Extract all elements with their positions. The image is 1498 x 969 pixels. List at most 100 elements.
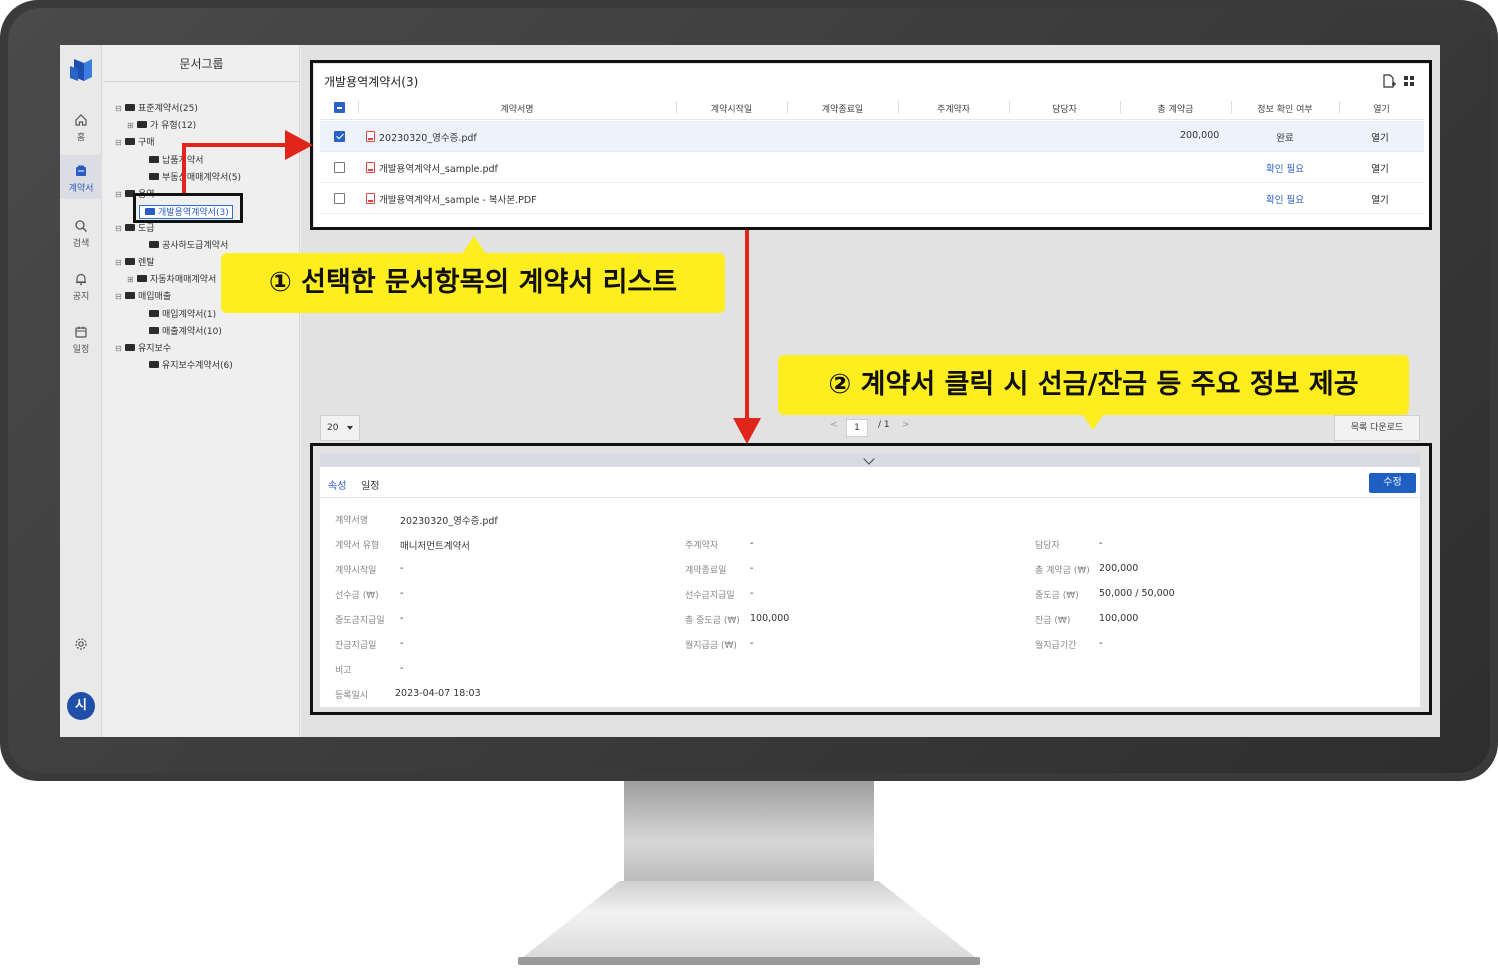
arrow-shaft-down [745, 230, 749, 425]
tree-node[interactable]: 공사하도급계약서 [139, 239, 228, 253]
row-file-name-cell[interactable]: 개발용역계약서_sample - 복사본.PDF [366, 192, 537, 206]
expand-icon[interactable]: ⊞ [127, 273, 135, 287]
field-value-main-contractor: - [750, 538, 754, 549]
tree-node[interactable]: 유지보수계약서(6) [139, 359, 233, 373]
col-header-name[interactable]: 계약서명 [358, 102, 676, 115]
tree-node-label: 매출계약서(10) [162, 327, 222, 337]
collapse-icon[interactable]: ⊟ [115, 290, 123, 304]
col-header-start[interactable]: 계약시작일 [676, 102, 787, 115]
tree-node[interactable]: 개발용역계약서(3) [139, 205, 233, 219]
col-header-verified[interactable]: 정보 확인 여부 [1231, 102, 1339, 115]
folder-icon [125, 138, 135, 145]
collapse-icon[interactable]: ⊟ [115, 188, 123, 202]
field-value-balance: 100,000 [1099, 613, 1139, 624]
collapse-icon[interactable]: ⊟ [115, 342, 123, 356]
row-checkbox[interactable] [334, 131, 345, 142]
tree-node[interactable]: ⊟ 표준계약서(25) [115, 102, 198, 116]
edit-button[interactable]: 수정 [1369, 473, 1416, 493]
chevron-down-icon [863, 453, 875, 465]
page-total: / 1 [878, 420, 890, 430]
tree-node[interactable]: 매입계약서(1) [139, 308, 216, 322]
collapse-icon[interactable]: ⊟ [115, 136, 123, 150]
pdf-file-icon [366, 131, 375, 142]
field-label-manager: 담당자 [1035, 541, 1060, 551]
pagination-bar: 20 < / 1 > 1 목록 다운로드 [320, 415, 1420, 443]
tree-node[interactable]: 매출계약서(10) [139, 325, 222, 339]
row-open-link[interactable]: 열기 [1360, 161, 1400, 175]
row-open-link[interactable]: 열기 [1360, 192, 1400, 206]
tree-node[interactable]: ⊞ 가 유형(12) [127, 119, 196, 133]
tree-node[interactable]: ⊞ 자동차매매계약서 [127, 273, 216, 287]
grid-view-icon[interactable] [1404, 76, 1414, 86]
tab-attributes[interactable]: 속성 [328, 477, 346, 492]
rail-item-home[interactable]: 홈 [60, 113, 102, 143]
field-label-monthly: 월지급금 (₩) [685, 641, 737, 651]
tree-node[interactable]: ⊟ 구매 [115, 136, 155, 150]
select-all-checkbox[interactable] [334, 102, 345, 113]
field-value-advance: - [400, 588, 404, 599]
arrow-head-right [285, 130, 313, 160]
tree-node[interactable]: 납품계약서 [139, 154, 203, 168]
folder-icon [149, 173, 159, 180]
table-row[interactable]: 20230320_영수증.pdf 200,000 완료 열기 [320, 121, 1424, 152]
rail-item-search[interactable]: 검색 [60, 219, 102, 249]
next-page-button[interactable]: > [902, 420, 910, 430]
row-open-link[interactable]: 열기 [1360, 130, 1400, 144]
field-label-advance: 선수금 (₩) [335, 591, 379, 601]
list-download-button[interactable]: 목록 다운로드 [1334, 415, 1420, 441]
collapse-icon[interactable]: ⊟ [115, 222, 123, 236]
collapse-icon[interactable]: ⊟ [115, 102, 123, 116]
list-toolbar-icons [1383, 74, 1414, 88]
contract-detail-panel: 속성 일정 수정 계약서명 20230320_영수증.pdf 계약서 유형 매니… [320, 453, 1420, 707]
tree-node[interactable]: ⊟ 유지보수 [115, 342, 171, 356]
tree-node-label: 자동차매매계약서 [150, 275, 217, 285]
col-header-total[interactable]: 총 계약금 [1120, 102, 1231, 115]
prev-page-button[interactable]: < [830, 420, 838, 430]
table-row[interactable]: 개발용역계약서_sample - 복사본.PDF 확인 필요 열기 [320, 183, 1424, 214]
folder-icon [137, 275, 147, 282]
field-value-balance-date: - [400, 638, 404, 649]
field-value-start: - [400, 563, 404, 574]
row-checkbox[interactable] [334, 193, 345, 204]
field-label-interim-date: 중도금지급일 [335, 616, 385, 626]
field-value-interim-date: - [400, 613, 404, 624]
tree-node[interactable]: ⊟ 용역 [115, 188, 155, 202]
tree-node[interactable]: ⊟ 도급 [115, 222, 155, 236]
tree-node[interactable]: 부동산매매계약서(5) [139, 171, 241, 185]
row-file-name-cell[interactable]: 개발용역계약서_sample.pdf [366, 161, 498, 175]
row-verify-status[interactable]: 확인 필요 [1251, 161, 1319, 175]
add-file-icon[interactable] [1383, 74, 1396, 88]
row-checkbox[interactable] [334, 162, 345, 173]
rail-item-contract[interactable]: 계약서 [60, 155, 102, 199]
col-header-main-contractor[interactable]: 주계약자 [898, 102, 1009, 115]
folder-icon [149, 241, 159, 248]
detail-collapse-handle[interactable] [320, 453, 1420, 467]
gear-icon[interactable] [74, 637, 88, 651]
tree-node-label: 매입계약서(1) [162, 310, 217, 320]
page-size-select[interactable]: 20 [320, 415, 360, 441]
table-row[interactable]: 개발용역계약서_sample.pdf 확인 필요 열기 [320, 152, 1424, 183]
pdf-file-icon [366, 162, 375, 173]
monitor-base-edge [518, 957, 980, 965]
current-page-input[interactable]: 1 [846, 419, 868, 437]
field-value-note: - [400, 663, 404, 674]
tree-node[interactable]: ⊟ 매입매출 [115, 290, 171, 304]
collapse-icon[interactable]: ⊟ [115, 256, 123, 270]
field-value-end: - [750, 563, 754, 574]
tab-schedule[interactable]: 일정 [361, 477, 379, 492]
rail-item-notice[interactable]: 공지 [60, 272, 102, 302]
tree-node[interactable]: ⊟ 렌탈 [115, 256, 155, 270]
user-avatar[interactable]: 시 [67, 692, 95, 720]
search-icon [75, 220, 87, 232]
bell-icon [76, 273, 86, 286]
field-label-type: 계약서 유형 [335, 541, 380, 551]
col-header-end[interactable]: 계약종료일 [787, 102, 898, 115]
row-file-name-cell[interactable]: 20230320_영수증.pdf [366, 130, 477, 144]
expand-icon[interactable]: ⊞ [127, 119, 135, 133]
rail-item-schedule[interactable]: 일정 [60, 325, 102, 355]
col-header-manager[interactable]: 담당자 [1009, 102, 1120, 115]
rail-label-search: 검색 [72, 239, 90, 249]
field-value-type: 매니저먼트계약서 [400, 541, 470, 552]
monitor-neck [624, 781, 874, 881]
row-verify-status[interactable]: 확인 필요 [1251, 192, 1319, 206]
